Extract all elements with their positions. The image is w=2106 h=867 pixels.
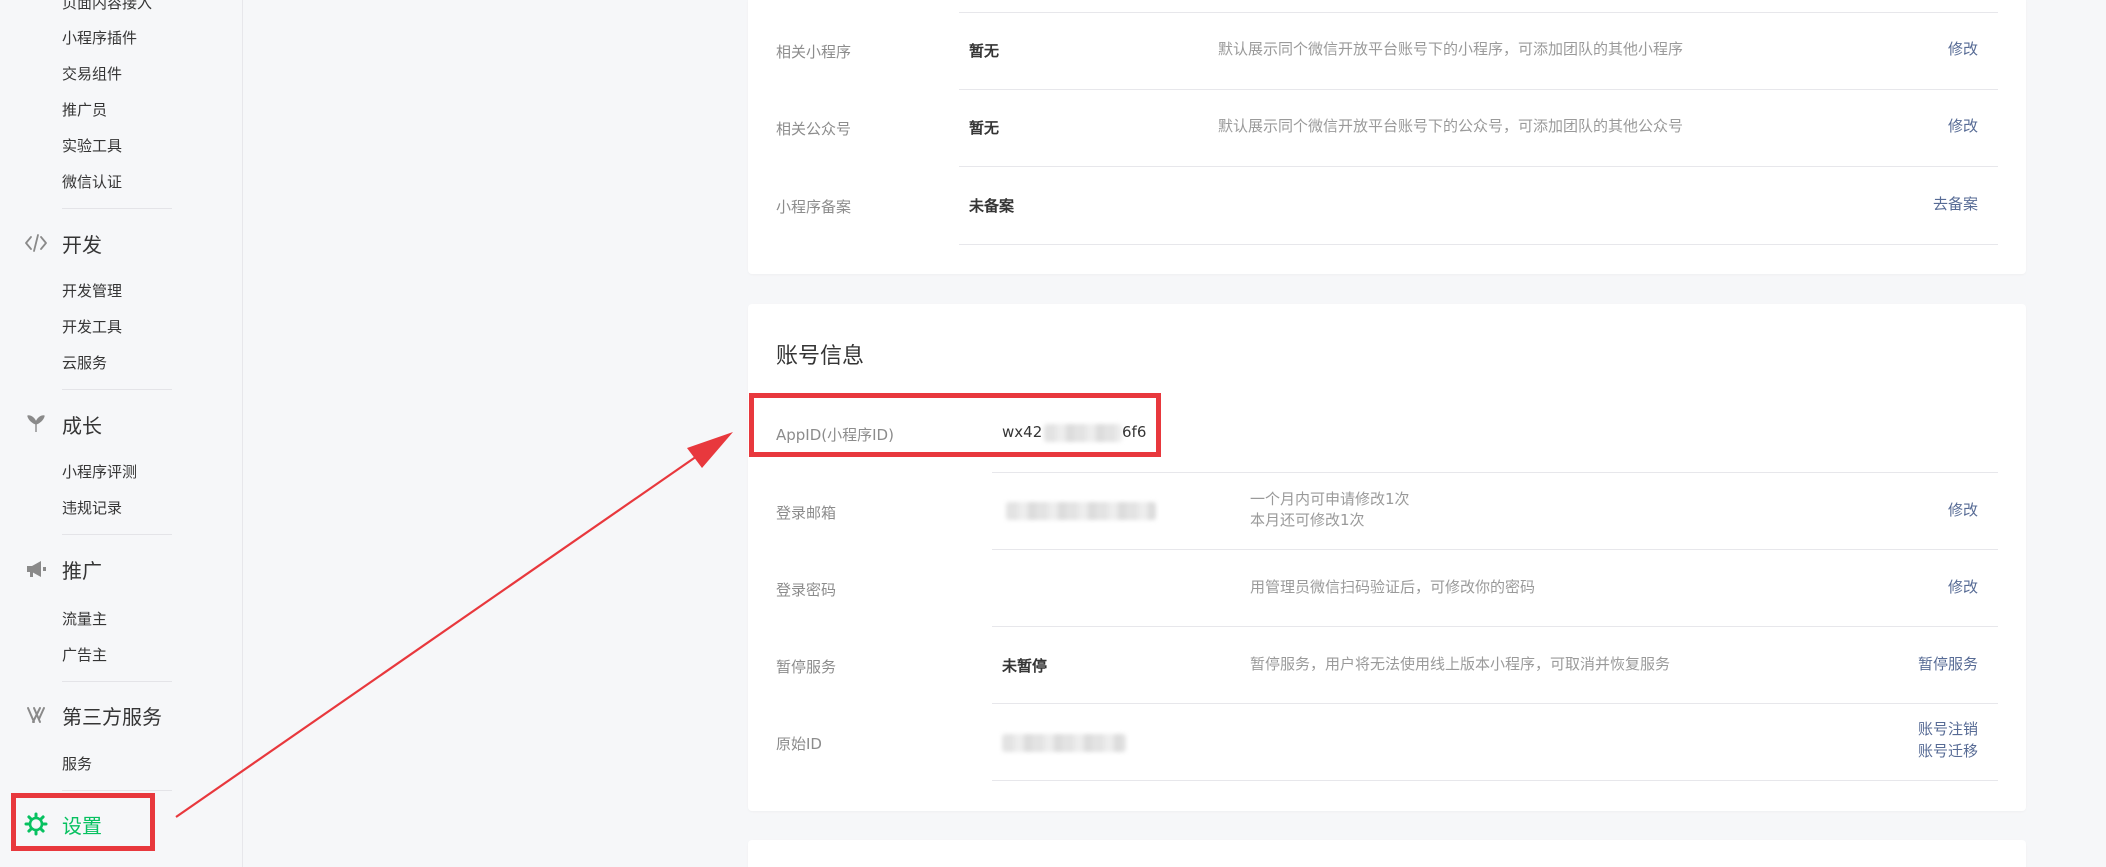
- appid-highlight-box: [749, 393, 1161, 457]
- sidebar-item-plugins[interactable]: 小程序插件: [62, 28, 137, 48]
- account-cancel-link[interactable]: 账号注销: [1918, 718, 1978, 740]
- sidebar-group-third-party[interactable]: 第三方服务: [24, 700, 162, 730]
- suspend-service-desc: 暂停服务，用户将无法使用线上版本小程序，可取消并恢复服务: [1250, 655, 1671, 673]
- suspend-service-link[interactable]: 暂停服务: [1918, 653, 1978, 675]
- row-divider: [992, 472, 1998, 473]
- login-email-label: 登录邮箱: [776, 504, 837, 522]
- sidebar-group-label: 开发: [62, 232, 102, 257]
- row-divider: [959, 12, 1998, 13]
- edit-login-email-link[interactable]: 修改: [1948, 499, 1978, 521]
- sidebar-item-traffic-owner[interactable]: 流量主: [62, 609, 107, 629]
- row-divider: [992, 549, 1998, 550]
- sidebar-item-page-content[interactable]: 页面内容接入: [62, 0, 152, 13]
- go-filing-link[interactable]: 去备案: [1933, 193, 1978, 215]
- sidebar-item-service[interactable]: 服务: [62, 754, 92, 774]
- edit-related-miniprogram-link[interactable]: 修改: [1948, 38, 1978, 60]
- sidebar-divider: [62, 534, 172, 535]
- sidebar-item-promoter[interactable]: 推广员: [62, 100, 107, 120]
- row-divider: [992, 780, 1998, 781]
- original-id-label: 原始ID: [776, 735, 822, 753]
- related-official-account-value: 暂无: [969, 119, 1000, 137]
- sprout-icon: [24, 412, 48, 436]
- sidebar-divider: [62, 681, 172, 682]
- account-migrate-link[interactable]: 账号迁移: [1918, 740, 1978, 762]
- edit-login-password-link[interactable]: 修改: [1948, 576, 1978, 598]
- sidebar-item-cloud-service[interactable]: 云服务: [62, 353, 107, 373]
- filing-label: 小程序备案: [776, 198, 852, 216]
- login-email-desc-line2: 本月还可修改1次: [1250, 511, 1365, 529]
- related-official-account-label: 相关公众号: [776, 120, 852, 138]
- account-info-card: 账号信息 AppID(小程序ID) wx42 6f6 登录邮箱 一个月内可申请修…: [748, 304, 2026, 811]
- sidebar-item-experiment-tools[interactable]: 实验工具: [62, 136, 122, 156]
- sidebar-divider: [62, 790, 172, 791]
- related-miniprogram-value: 暂无: [969, 42, 1000, 60]
- sidebar-group-growth[interactable]: 成长: [24, 409, 102, 439]
- sidebar-group-promo[interactable]: 推广: [24, 554, 102, 584]
- sidebar-item-dev-tools[interactable]: 开发工具: [62, 317, 122, 337]
- related-miniprogram-label: 相关小程序: [776, 43, 852, 61]
- login-email-redacted: [1006, 502, 1156, 520]
- next-card: [748, 840, 2026, 867]
- sidebar-group-label: 推广: [62, 558, 102, 583]
- sidebar-divider: [62, 389, 172, 390]
- sidebar-divider: [62, 208, 172, 209]
- login-password-label: 登录密码: [776, 581, 837, 599]
- code-icon: [24, 231, 48, 255]
- suspend-service-value: 未暂停: [1002, 657, 1048, 675]
- related-official-account-desc: 默认展示同个微信开放平台账号下的公众号，可添加团队的其他公众号: [1218, 117, 1684, 135]
- related-info-card: 相关小程序 暂无 默认展示同个微信开放平台账号下的小程序，可添加团队的其他小程序…: [748, 0, 2026, 274]
- sidebar-item-advertiser[interactable]: 广告主: [62, 645, 107, 665]
- sidebar: 页面内容接入 小程序插件 交易组件 推广员 实验工具 微信认证 开发 开发管理 …: [0, 0, 243, 867]
- suspend-service-label: 暂停服务: [776, 658, 837, 676]
- sidebar-item-violations[interactable]: 违规记录: [62, 498, 122, 518]
- row-divider: [959, 244, 1998, 245]
- row-divider: [959, 89, 1998, 90]
- sidebar-item-trade-components[interactable]: 交易组件: [62, 64, 122, 84]
- login-email-desc-line1: 一个月内可申请修改1次: [1250, 490, 1410, 508]
- settings-highlight-box: [11, 793, 155, 851]
- sidebar-item-evaluation[interactable]: 小程序评测: [62, 462, 137, 482]
- sidebar-group-label: 第三方服务: [62, 704, 162, 729]
- login-password-desc: 用管理员微信扫码验证后，可修改你的密码: [1250, 578, 1536, 596]
- sidebar-item-dev-management[interactable]: 开发管理: [62, 281, 122, 301]
- edit-related-official-account-link[interactable]: 修改: [1948, 115, 1978, 137]
- sidebar-group-dev[interactable]: 开发: [24, 228, 102, 258]
- sidebar-item-wechat-verification[interactable]: 微信认证: [62, 172, 122, 192]
- third-party-icon: [24, 703, 48, 727]
- row-divider: [959, 166, 1998, 167]
- row-divider: [992, 703, 1998, 704]
- original-id-redacted: [1002, 734, 1126, 752]
- account-info-title: 账号信息: [776, 344, 865, 369]
- filing-value: 未备案: [969, 197, 1015, 215]
- row-divider: [992, 626, 1998, 627]
- related-miniprogram-desc: 默认展示同个微信开放平台账号下的小程序，可添加团队的其他小程序: [1218, 40, 1684, 58]
- sidebar-group-label: 成长: [62, 413, 102, 438]
- megaphone-icon: [24, 557, 48, 581]
